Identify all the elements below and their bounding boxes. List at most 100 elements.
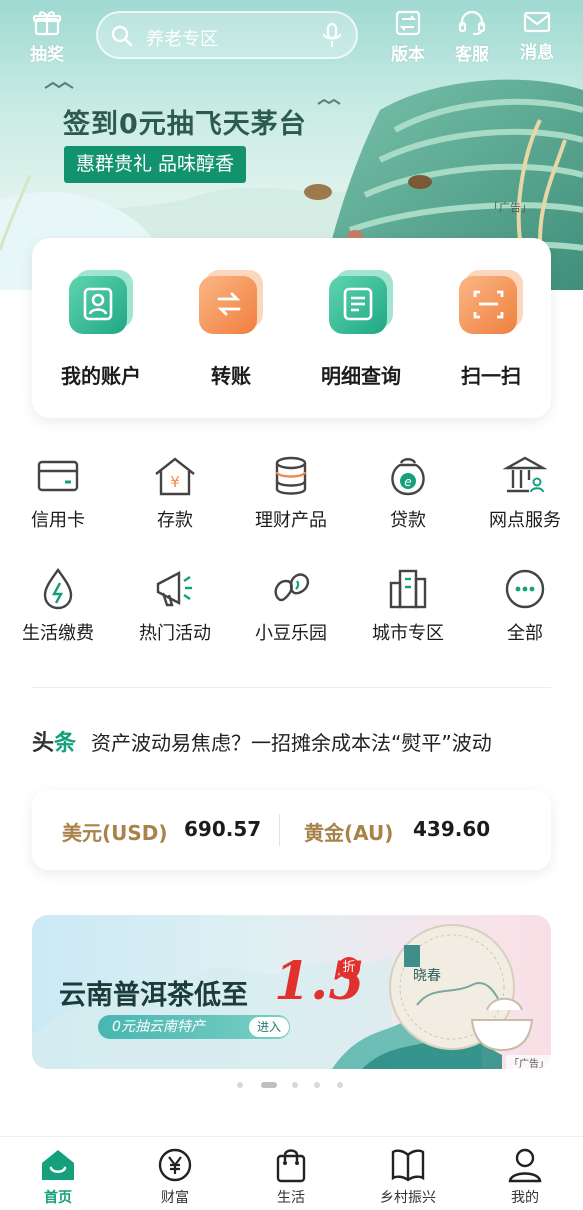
quick-action-my-account[interactable]: 我的账户: [36, 270, 166, 389]
section-divider: [32, 687, 551, 688]
wealth-product-icon: [275, 456, 307, 495]
mail-icon: [523, 11, 551, 33]
svg-text:e: e: [404, 475, 411, 489]
quick-action-scan[interactable]: 扫一扫: [426, 270, 556, 389]
transfer-icon: [199, 270, 263, 334]
city-zone-icon: [389, 569, 427, 609]
tab-rural[interactable]: 乡村振兴: [363, 1147, 453, 1207]
gift-icon: [33, 11, 61, 36]
tab-label: 生活: [277, 1190, 305, 1206]
tea-label: 晓春: [413, 968, 441, 984]
hero-tag: 惠群贵礼 品味醇香: [64, 146, 247, 183]
hot-activity-icon: [156, 571, 192, 607]
tab-home[interactable]: 首页: [13, 1147, 103, 1207]
headset-icon: [458, 10, 486, 35]
quick-action-statement[interactable]: 明细查询: [296, 270, 426, 389]
exchange-rate-card[interactable]: 美元(USD) 690.57 黄金(AU) 439.60: [32, 790, 551, 870]
promo-enter-button[interactable]: 进入: [249, 1017, 289, 1037]
quick-action-label: 转账: [211, 364, 251, 388]
tab-mine[interactable]: 我的: [480, 1147, 570, 1207]
tab-label: 乡村振兴: [380, 1190, 436, 1206]
search-placeholder: 养老专区: [146, 29, 218, 50]
microphone-icon[interactable]: [322, 23, 342, 49]
statement-icon: [329, 270, 393, 334]
hero-title: 签到0元抽飞天茅台: [63, 109, 307, 140]
service-label: 热门活动: [139, 623, 211, 644]
hero-ad-label: 「广告」: [488, 201, 532, 214]
promo-ad-label: 「广告」: [506, 1055, 551, 1069]
tab-label: 我的: [511, 1190, 539, 1206]
loan-icon: e: [391, 458, 425, 496]
wealth-icon: [158, 1148, 192, 1182]
promo-discount-badge: 折: [338, 957, 360, 979]
quick-action-label: 扫一扫: [461, 364, 521, 388]
account-icon: [69, 270, 133, 334]
quick-actions-card: 我的账户 转账 明细查询 扫一扫: [32, 238, 551, 418]
customer-service-button[interactable]: 客服: [447, 10, 497, 65]
more-icon: [505, 569, 545, 609]
service-deposit[interactable]: ¥ 存款: [120, 454, 230, 532]
service-hot-activity[interactable]: 热门活动: [120, 567, 230, 645]
usd-rate-value: 690.57: [184, 817, 262, 841]
rate-separator: [279, 814, 280, 846]
service-all[interactable]: 全部: [470, 567, 580, 645]
shopping-bag-icon: [276, 1149, 306, 1183]
promo-title: 云南普洱茶低至: [59, 980, 248, 1011]
message-label: 消息: [520, 43, 554, 63]
carousel-dot-active: [261, 1082, 277, 1088]
gold-rate-value: 439.60: [413, 817, 491, 841]
carousel-dot: [237, 1082, 243, 1088]
branch-service-icon: [503, 456, 547, 493]
quick-action-label: 我的账户: [61, 364, 141, 388]
utility-payment-icon: [43, 567, 73, 610]
service-bean-park[interactable]: 小豆乐园: [236, 567, 346, 645]
service-label: 贷款: [390, 510, 426, 531]
promo-banner[interactable]: 云南普洱茶低至 1.5 折 晓春 0元抽云南特产 进入 「广告」: [32, 915, 551, 1069]
service-city-zone[interactable]: 城市专区: [353, 567, 463, 645]
tab-life[interactable]: 生活: [246, 1147, 336, 1207]
version-switch-icon: [395, 10, 421, 36]
carousel-dot: [314, 1082, 320, 1088]
service-loan[interactable]: e 贷款: [353, 454, 463, 532]
message-button[interactable]: 消息: [512, 10, 562, 63]
svg-text:¥: ¥: [170, 473, 180, 491]
credit-card-icon: [37, 460, 79, 492]
service-label: 存款: [157, 510, 193, 531]
service-label: 网点服务: [489, 510, 561, 531]
service-label: 城市专区: [372, 623, 444, 644]
deposit-icon: ¥: [155, 457, 195, 496]
headline-text: 资产波动易焦虑？一招摊余成本法“熨平”波动: [91, 731, 492, 755]
service-wealth-product[interactable]: 理财产品: [236, 454, 346, 532]
service-label: 小豆乐园: [255, 623, 327, 644]
headline-news[interactable]: 头条 资产波动易焦虑？一招摊余成本法“熨平”波动: [32, 725, 572, 757]
customer-service-label: 客服: [455, 45, 489, 65]
tab-label: 财富: [161, 1190, 189, 1206]
scan-icon: [459, 270, 523, 334]
search-icon: [111, 25, 133, 47]
quick-action-transfer[interactable]: 转账: [166, 270, 296, 389]
gold-rate-name: 黄金(AU): [304, 821, 394, 845]
tab-wealth[interactable]: 财富: [130, 1147, 220, 1207]
headline-tag: 头条: [32, 731, 77, 756]
bean-park-icon: [274, 573, 310, 602]
service-label: 理财产品: [255, 510, 327, 531]
service-label: 生活缴费: [22, 623, 94, 644]
service-utility-payment[interactable]: 生活缴费: [3, 567, 113, 645]
rural-book-icon: [391, 1149, 425, 1182]
lottery-button[interactable]: 抽奖: [22, 10, 72, 65]
search-bar[interactable]: 养老专区: [96, 11, 358, 59]
version-label: 版本: [391, 45, 425, 65]
version-button[interactable]: 版本: [383, 10, 433, 65]
user-icon: [508, 1148, 542, 1183]
service-branch[interactable]: 网点服务: [470, 454, 580, 532]
lottery-label: 抽奖: [30, 45, 64, 65]
quick-action-label: 明细查询: [321, 364, 401, 388]
home-icon: [42, 1150, 74, 1180]
carousel-dot: [337, 1082, 343, 1088]
service-label: 全部: [507, 623, 543, 644]
carousel-dot: [292, 1082, 298, 1088]
usd-rate-name: 美元(USD): [62, 821, 168, 845]
service-credit-card[interactable]: 信用卡: [3, 454, 113, 532]
tab-label: 首页: [44, 1190, 72, 1206]
bottom-tab-bar: 首页 财富 生活 乡村振兴 我的: [0, 1136, 583, 1210]
